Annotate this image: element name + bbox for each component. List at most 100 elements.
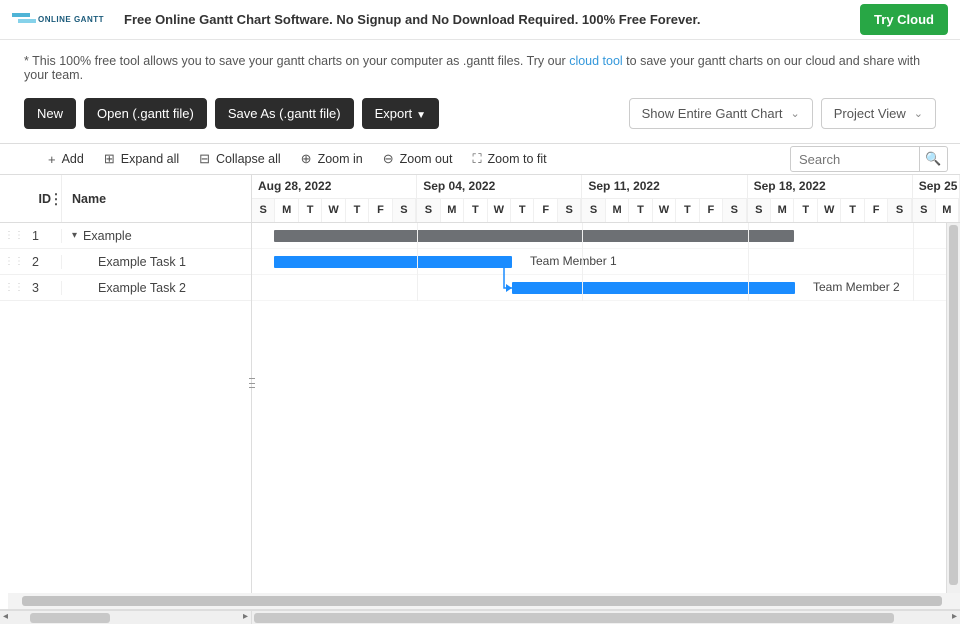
scrollbar-thumb[interactable] — [254, 613, 894, 623]
scroll-right-icon[interactable]: ▸ — [949, 611, 960, 622]
zoom-out-button[interactable]: ⊖ Zoom out — [373, 144, 463, 174]
task-name-label: Example Task 2 — [98, 281, 186, 295]
zoom-to-fit-label: Zoom to fit — [488, 152, 547, 166]
search-input[interactable] — [799, 152, 911, 167]
week-label: Sep 04, 2022 — [417, 175, 581, 199]
search-button[interactable]: 🔍 — [920, 146, 948, 172]
drag-handle-icon[interactable]: ⋮⋮ — [0, 256, 28, 267]
kebab-icon[interactable]: ⋮ — [49, 190, 63, 207]
day-header-cell: S — [748, 199, 771, 222]
week-label: Aug 28, 2022 — [252, 175, 416, 199]
cloud-tool-link[interactable]: cloud tool — [569, 54, 623, 68]
day-header-cell: M — [275, 199, 298, 222]
drag-handle-icon[interactable]: ⋮⋮ — [0, 230, 28, 241]
drag-handle-icon[interactable]: ⋮⋮ — [0, 282, 28, 293]
info-prefix: * This 100% free tool allows you to save… — [24, 54, 569, 68]
task-row[interactable]: ⋮⋮1▾Example — [0, 223, 251, 249]
gantt-body[interactable]: Team Member 1 Team Member 2 — [252, 223, 960, 301]
day-header-cell: F — [369, 199, 392, 222]
col-header-name[interactable]: Name — [62, 175, 251, 222]
week-column: Sep 11, 2022SMTWTFS — [582, 175, 747, 222]
new-button[interactable]: New — [24, 98, 76, 129]
expand-all-label: Expand all — [121, 152, 179, 166]
zoom-out-icon: ⊖ — [383, 151, 394, 167]
plus-icon: + — [48, 152, 56, 167]
task-name-label: Example — [83, 229, 132, 243]
day-header-cell: S — [888, 199, 911, 222]
caret-down-icon[interactable]: ▾ — [72, 230, 77, 241]
collapse-icon: ⊟ — [199, 151, 210, 167]
row-id: 2 — [28, 255, 62, 269]
task-row[interactable]: ⋮⋮2 Example Task 1 — [0, 249, 251, 275]
gantt-timeline-header: Aug 28, 2022SMTWTFSSep 04, 2022SMTWTFSSe… — [252, 175, 960, 223]
chevron-down-icon: ⌄ — [914, 107, 923, 120]
day-header-cell: F — [865, 199, 888, 222]
export-label: Export — [375, 106, 413, 121]
day-header-cell: T — [346, 199, 369, 222]
task-name-label: Example Task 1 — [98, 255, 186, 269]
collapse-all-label: Collapse all — [216, 152, 281, 166]
zoom-fit-icon: ⛶ — [472, 151, 481, 167]
task-row[interactable]: ⋮⋮3Example Task 2 — [0, 275, 251, 301]
project-view-select[interactable]: Project View ⌄ — [821, 98, 936, 129]
week-label: Sep 25 — [913, 175, 959, 199]
open-button[interactable]: Open (.gantt file) — [84, 98, 207, 129]
day-header-cell: F — [700, 199, 723, 222]
collapse-all-button[interactable]: ⊟ Collapse all — [189, 144, 291, 174]
save-as-button[interactable]: Save As (.gantt file) — [215, 98, 354, 129]
day-header-cell: T — [464, 199, 487, 222]
task-bar[interactable] — [274, 256, 512, 268]
zoom-to-fit-button[interactable]: ⛶ Zoom to fit — [462, 144, 556, 174]
project-view-label: Project View — [834, 106, 906, 121]
day-header-cell: T — [794, 199, 817, 222]
show-entire-label: Show Entire Gantt Chart — [642, 106, 783, 121]
export-button[interactable]: Export▼ — [362, 98, 439, 129]
tree-hscroll[interactable]: ◂ ▸ — [0, 611, 252, 624]
scrollbar-thumb[interactable] — [22, 596, 942, 606]
zoom-in-button[interactable]: ⊕Zoom in — [291, 144, 373, 174]
zoom-in-label: Zoom in — [318, 152, 363, 166]
week-column: Sep 25SM — [913, 175, 960, 222]
logo-text: ONLINE GANTT — [38, 15, 104, 24]
day-header-cell: W — [488, 199, 511, 222]
task-bar-label: Team Member 2 — [813, 280, 900, 294]
gantt-row[interactable] — [252, 223, 960, 249]
col-header-id[interactable]: ID ⋮ — [0, 175, 62, 222]
day-header-cell: S — [252, 199, 275, 222]
day-header-cell: M — [441, 199, 464, 222]
zoom-out-label: Zoom out — [400, 152, 453, 166]
scroll-right-icon[interactable]: ▸ — [240, 611, 251, 622]
vertical-scrollbar[interactable]: ▾ — [946, 223, 960, 609]
try-cloud-button[interactable]: Try Cloud — [860, 4, 948, 35]
gantt-hscroll[interactable]: ◂ ▸ — [252, 611, 960, 624]
gantt-row[interactable]: Team Member 2 — [252, 275, 960, 301]
show-entire-gantt-select[interactable]: Show Entire Gantt Chart⌄ — [629, 98, 813, 129]
page-horizontal-scrollbar[interactable] — [8, 593, 960, 609]
scrollbar-thumb[interactable] — [949, 225, 958, 585]
week-column: Sep 18, 2022SMTWTFS — [748, 175, 913, 222]
scrollbar-thumb[interactable] — [30, 613, 110, 623]
task-bar[interactable] — [512, 282, 795, 294]
day-header-cell: S — [582, 199, 605, 222]
day-header-cell: S — [723, 199, 746, 222]
day-header-cell: S — [913, 199, 936, 222]
gantt-panel: Aug 28, 2022SMTWTFSSep 04, 2022SMTWTFSSe… — [252, 175, 960, 609]
scroll-left-icon[interactable]: ◂ — [0, 611, 11, 622]
action-bar: New Open (.gantt file) Save As (.gantt f… — [0, 88, 960, 143]
expand-icon: ⊞ — [104, 151, 115, 167]
caret-down-icon: ▼ — [416, 110, 426, 121]
day-header-cell: T — [511, 199, 534, 222]
task-tree-panel: ID ⋮ Name ⋮⋮1▾Example⋮⋮2Example Task 1⋮⋮… — [0, 175, 252, 609]
summary-bar[interactable] — [274, 230, 794, 242]
gantt-row[interactable]: Team Member 1 — [252, 249, 960, 275]
day-header-cell: W — [653, 199, 676, 222]
row-name[interactable]: Example Task 1 — [62, 255, 251, 269]
expand-all-button[interactable]: ⊞ Expand all — [94, 144, 189, 174]
add-button[interactable]: + Add — [38, 144, 94, 174]
logo[interactable]: ONLINE GANTT — [12, 11, 104, 29]
row-name[interactable]: Example Task 2 — [62, 281, 251, 295]
week-label: Sep 18, 2022 — [748, 175, 912, 199]
add-label: Add — [62, 152, 84, 166]
search-box[interactable] — [790, 146, 920, 172]
row-name[interactable]: ▾ Example — [62, 229, 251, 243]
